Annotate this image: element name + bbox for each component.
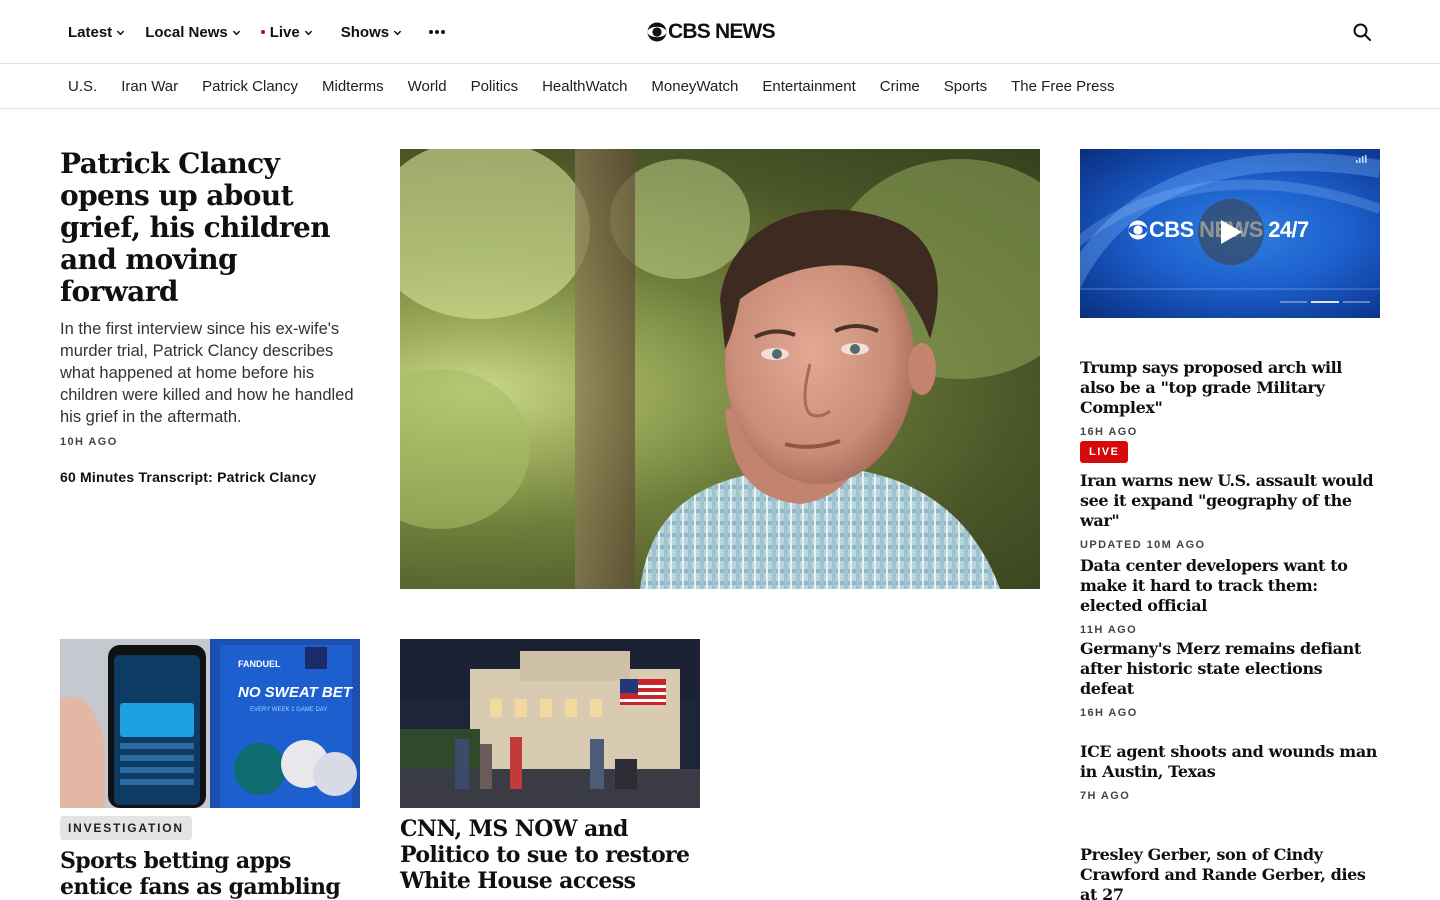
- nav-shows[interactable]: Shows: [341, 24, 402, 41]
- section-world[interactable]: World: [408, 78, 447, 95]
- section-us[interactable]: U.S.: [68, 78, 97, 95]
- nav-live[interactable]: Live: [260, 23, 313, 41]
- card-image-subline-text: EVERY WEEK 1 GAME DAY: [250, 707, 327, 713]
- side-story-6[interactable]: Presley Gerber, son of Cindy Crawford an…: [1080, 845, 1380, 900]
- play-icon[interactable]: [1198, 199, 1264, 265]
- more-dots-icon[interactable]: [428, 23, 446, 41]
- side-story-title[interactable]: Presley Gerber, son of Cindy Crawford an…: [1080, 845, 1380, 900]
- search-icon[interactable]: [1352, 22, 1372, 42]
- card-image-brand-text: FANDUEL: [238, 659, 281, 669]
- lead-hero-image[interactable]: [400, 149, 1040, 589]
- chevron-down-icon: [232, 30, 240, 35]
- chevron-down-icon: [117, 30, 125, 35]
- cbs-news-logo[interactable]: CBS NEWS: [647, 19, 776, 45]
- nav-local-news-label: Local News: [145, 23, 228, 41]
- section-the-free-press[interactable]: The Free Press: [1011, 78, 1114, 95]
- side-story-title[interactable]: Iran warns new U.S. assault would see it…: [1080, 471, 1380, 531]
- site-header: Latest Local News Live Shows CBS NEWS: [0, 0, 1440, 64]
- side-story-4[interactable]: Germany's Merz remains defiant after his…: [1080, 639, 1380, 719]
- card-sports-betting-title[interactable]: Sports betting apps entice fans as gambl…: [60, 848, 360, 900]
- cbs-eye-icon: [647, 22, 667, 42]
- live-badge: LIVE: [1080, 441, 1129, 463]
- section-moneywatch[interactable]: MoneyWatch: [651, 78, 738, 95]
- nav-local-news[interactable]: Local News: [145, 24, 241, 41]
- live-dot-icon: [260, 30, 265, 34]
- chevron-down-icon: [393, 30, 402, 35]
- side-story-title[interactable]: Data center developers want to make it h…: [1080, 556, 1380, 616]
- side-story-title[interactable]: Germany's Merz remains defiant after his…: [1080, 639, 1380, 699]
- card-sports-betting-image[interactable]: FANDUEL NO SWEAT BET EVERY WEEK 1 GAME D…: [60, 639, 360, 808]
- nav-latest[interactable]: Latest: [68, 24, 125, 41]
- lead-headline[interactable]: Patrick Clancy opens up about grief, his…: [60, 148, 360, 308]
- side-story-title[interactable]: Trump says proposed arch will also be a …: [1080, 358, 1380, 418]
- section-nav-list: U.S. Iran War Patrick Clancy Midterms Wo…: [68, 64, 1139, 108]
- logo-wordmark: CBS NEWS: [668, 20, 776, 43]
- side-story-timestamp: 7H AGO: [1080, 790, 1131, 802]
- lead-related-link[interactable]: 60 Minutes Transcript: Patrick Clancy: [60, 469, 316, 485]
- side-story-timestamp: 16H AGO: [1080, 707, 1138, 719]
- side-story-2[interactable]: LIVE Iran warns new U.S. assault would s…: [1080, 441, 1380, 551]
- cbs-eye-icon: [1128, 220, 1148, 240]
- section-politics[interactable]: Politics: [471, 78, 519, 95]
- side-story-title[interactable]: ICE agent shoots and wounds man in Austi…: [1080, 742, 1380, 782]
- card-white-house-image[interactable]: [400, 639, 700, 808]
- live-video-player[interactable]: CBS NEWS 24/7: [1080, 149, 1380, 318]
- nav-shows-label: Shows: [340, 23, 390, 41]
- signal-bars-icon: [1356, 155, 1367, 163]
- section-sports[interactable]: Sports: [944, 78, 987, 95]
- section-crime[interactable]: Crime: [880, 78, 920, 95]
- lead-timestamp: 10H AGO: [60, 436, 118, 448]
- white-house-illustration: [400, 639, 700, 808]
- betting-app-illustration: FANDUEL NO SWEAT BET EVERY WEEK 1 GAME D…: [60, 639, 360, 808]
- section-midterms[interactable]: Midterms: [322, 78, 384, 95]
- card-image-headline-text: NO SWEAT BET: [238, 684, 354, 701]
- investigation-tag[interactable]: INVESTIGATION: [60, 816, 192, 840]
- section-nav: U.S. Iran War Patrick Clancy Midterms Wo…: [0, 64, 1440, 109]
- side-story-1[interactable]: Trump says proposed arch will also be a …: [1080, 358, 1380, 438]
- side-story-timestamp: 11H AGO: [1080, 624, 1138, 636]
- side-story-5[interactable]: ICE agent shoots and wounds man in Austi…: [1080, 742, 1380, 802]
- hero-portrait-illustration: [400, 149, 1040, 589]
- section-entertainment[interactable]: Entertainment: [762, 78, 855, 95]
- nav-latest-label: Latest: [68, 23, 113, 41]
- lead-summary: In the first interview since his ex-wife…: [60, 320, 354, 426]
- nav-live-label: Live: [269, 23, 300, 41]
- chevron-down-icon: [304, 30, 312, 35]
- side-story-3[interactable]: Data center developers want to make it h…: [1080, 556, 1380, 636]
- card-white-house-title[interactable]: CNN, MS NOW and Politico to sue to resto…: [400, 816, 700, 894]
- section-iran-war[interactable]: Iran War: [121, 78, 178, 95]
- section-patrick-clancy[interactable]: Patrick Clancy: [202, 78, 298, 95]
- side-story-timestamp: UPDATED 10M AGO: [1080, 539, 1206, 551]
- side-story-timestamp: 16H AGO: [1080, 426, 1138, 438]
- section-healthwatch[interactable]: HealthWatch: [542, 78, 627, 95]
- player-progress-segments: [1280, 301, 1370, 303]
- primary-nav: Latest Local News Live Shows: [68, 0, 446, 64]
